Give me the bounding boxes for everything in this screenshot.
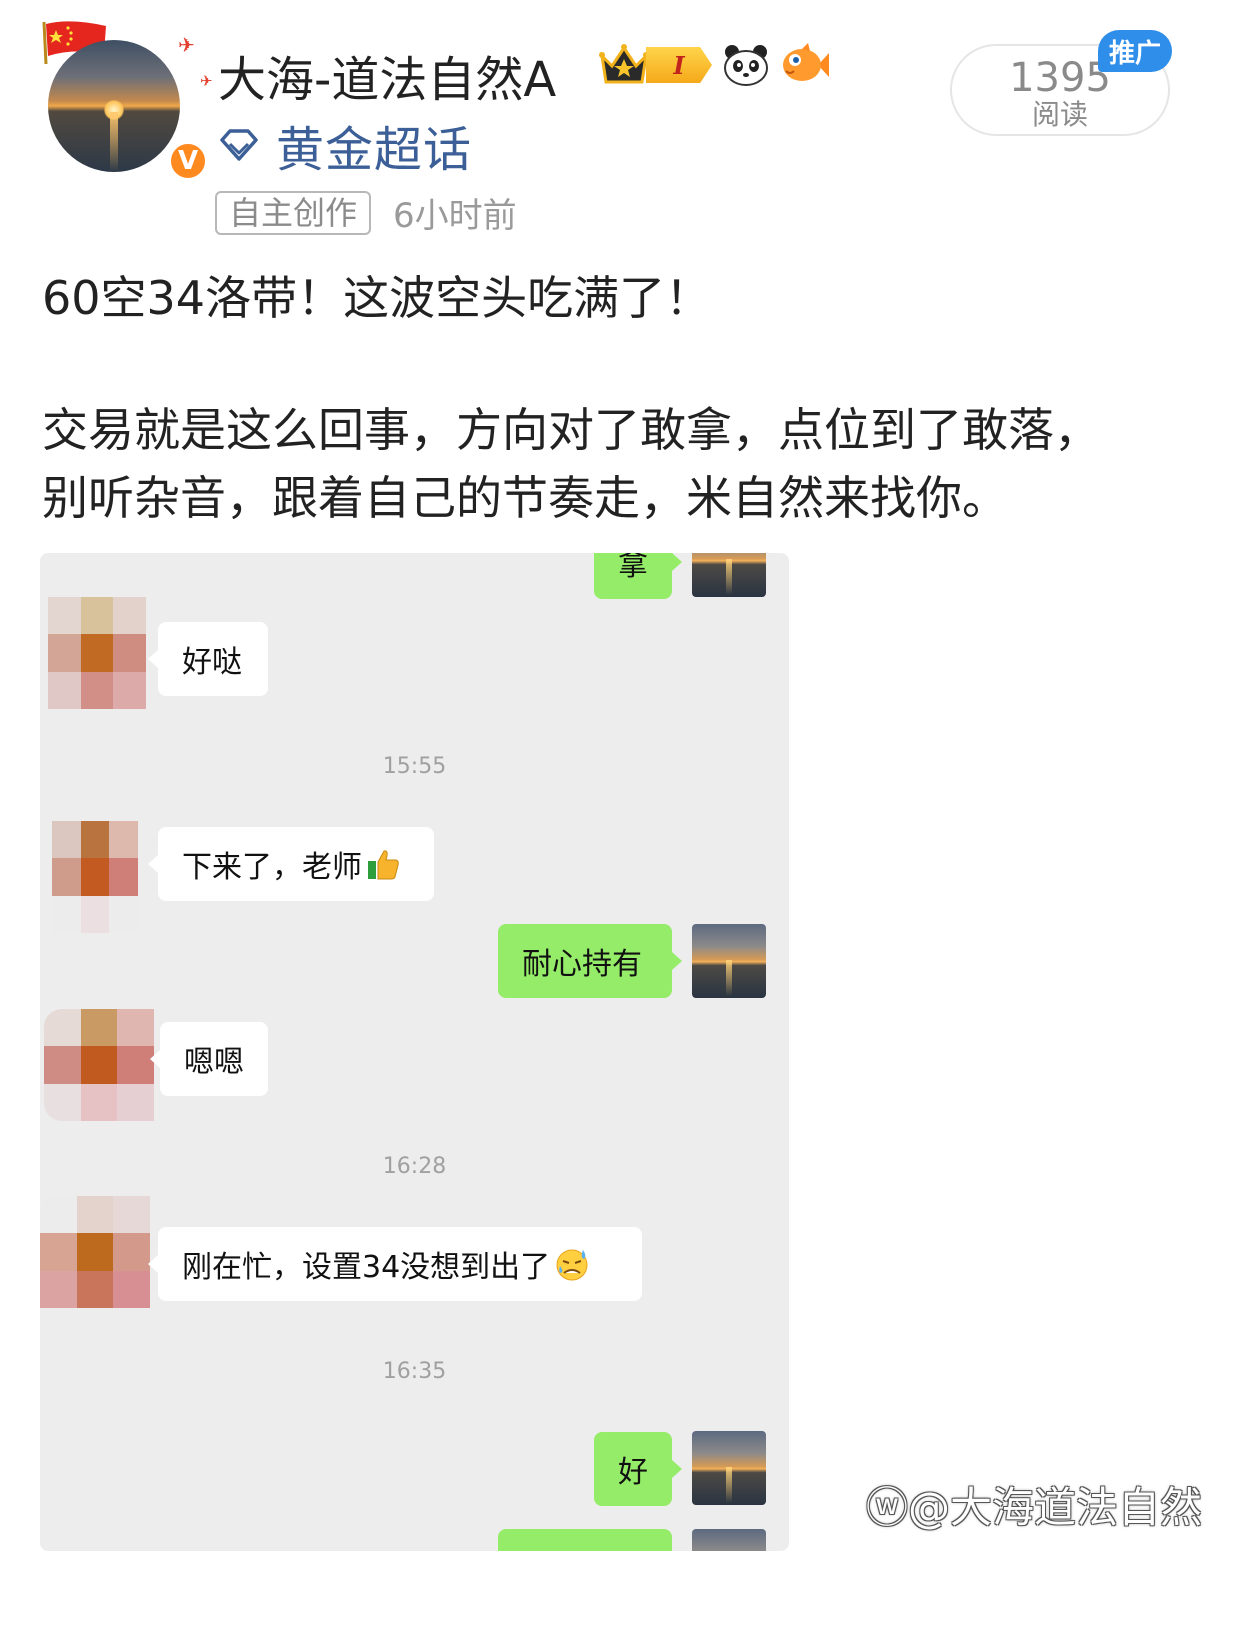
sender-avatar: [692, 553, 766, 597]
chat-bubble-incoming: 下来了，老师: [148, 827, 434, 901]
chat-timestamp: 16:28: [382, 1154, 447, 1179]
supertopic-label[interactable]: 黄金超话: [276, 110, 472, 180]
post-meta: 自主创作 6小时前: [215, 188, 517, 237]
read-label: 阅读: [1031, 98, 1088, 131]
sweat-emoji: [556, 1249, 588, 1281]
blurred-contact-avatar: [52, 821, 138, 933]
chat-bubble-outgoing: 好: [594, 1432, 682, 1506]
author-name[interactable]: 大海-道法自然A: [218, 40, 556, 110]
chat-bubble-outgoing-partial: [498, 1529, 672, 1551]
chat-bubble-incoming: 嗯嗯: [150, 1022, 268, 1096]
panda-icon[interactable]: [722, 43, 770, 87]
sender-avatar: [692, 1431, 766, 1505]
bird-decoration-icon: ✈: [178, 33, 195, 57]
bird-decoration-icon: ✈: [200, 72, 213, 90]
blurred-contact-avatar: [48, 597, 146, 709]
original-creation-tag: 自主创作: [215, 190, 372, 235]
chat-bubble-incoming: 刚在忙，设置34没想到出了: [148, 1227, 642, 1301]
chat-timestamp: 16:35: [382, 1359, 447, 1384]
blurred-contact-avatar: [44, 1009, 154, 1121]
sender-avatar: [692, 924, 766, 998]
weibo-logo-icon: ⓦ: [866, 1483, 909, 1532]
crown-icon[interactable]: [598, 42, 650, 88]
post-body-line: 交易就是这么回事，方向对了敢拿，点位到了敢落，: [42, 403, 1100, 457]
chat-bubble-incoming: 好哒: [148, 622, 268, 696]
supertopic-link[interactable]: 黄金超话: [218, 110, 472, 180]
fish-icon[interactable]: [780, 43, 830, 87]
weibo-watermark: ⓦ@大海道法自然: [866, 1483, 1203, 1532]
post-body-line: 别听杂音，跟着自己的节奏走，米自然来找你。: [42, 471, 1008, 525]
level-badge-icon[interactable]: I: [646, 47, 712, 83]
post-timestamp: 6小时前: [393, 196, 517, 236]
promote-button[interactable]: 推广: [1098, 30, 1172, 72]
chat-bubble-outgoing: 拿: [594, 553, 682, 599]
blurred-contact-avatar: [40, 1196, 150, 1308]
chat-bubble-outgoing: 耐心持有: [498, 924, 682, 998]
avatar[interactable]: [48, 40, 180, 172]
verified-v-icon: V: [168, 141, 208, 181]
thumbs-up-emoji: [368, 850, 399, 880]
author-badges: I: [598, 42, 830, 88]
post-body: 交易就是这么回事，方向对了敢拿，点位到了敢落， 别听杂音，跟着自己的节奏走，米自…: [42, 396, 1222, 532]
chat-timestamp: 15:55: [382, 754, 447, 779]
diamond-icon: [220, 129, 258, 161]
sender-avatar: [692, 1529, 766, 1551]
post-title: 60空34洛带！这波空头吃满了！: [42, 271, 712, 325]
chat-screenshot-image[interactable]: 拿 好哒 15:55 下来了，老师 耐心持有 嗯嗯 16:28 刚在忙，设置34…: [40, 553, 789, 1551]
author-avatar-area[interactable]: ✈ ✈ V: [40, 18, 213, 181]
